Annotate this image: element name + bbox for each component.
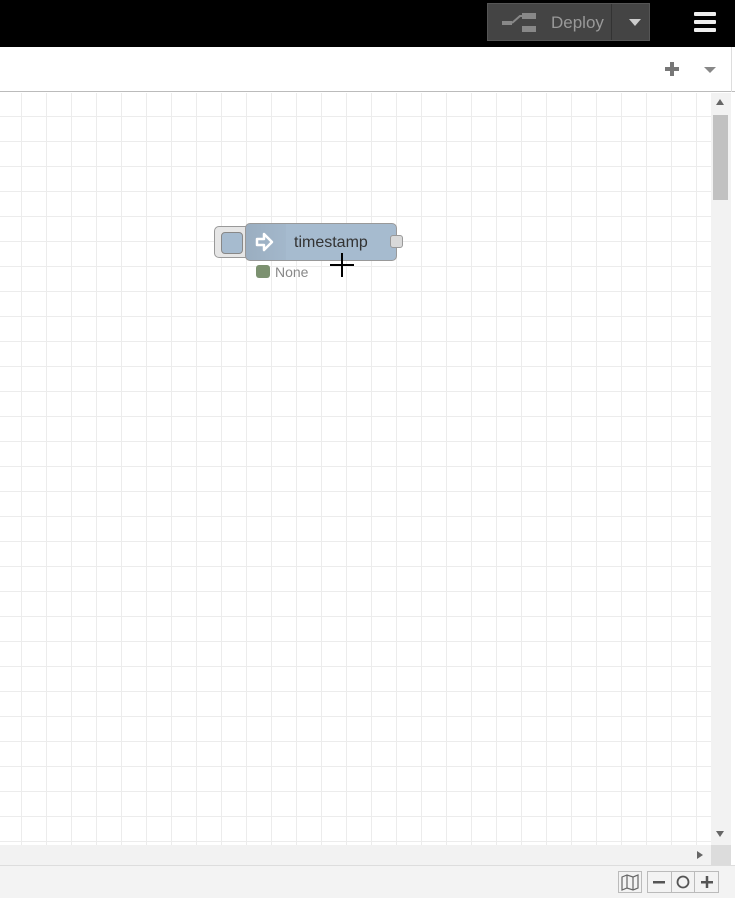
add-flow-button[interactable] bbox=[662, 59, 682, 79]
deploy-flow-icon bbox=[502, 13, 536, 32]
deploy-label: Deploy bbox=[551, 13, 604, 32]
flow-canvas[interactable] bbox=[0, 93, 711, 845]
deploy-divider bbox=[611, 4, 612, 40]
node-status-text: None bbox=[275, 264, 309, 280]
circle-icon bbox=[676, 875, 690, 889]
hamburger-menu-icon-line bbox=[694, 28, 716, 32]
vertical-scrollbar[interactable] bbox=[711, 93, 731, 845]
workspace-footer bbox=[0, 865, 735, 898]
zoom-reset-button[interactable] bbox=[672, 872, 696, 892]
node-label: timestamp bbox=[294, 234, 368, 251]
minus-icon bbox=[653, 881, 666, 884]
scroll-right-icon[interactable] bbox=[697, 851, 703, 859]
workspace-tabs-bar bbox=[0, 47, 735, 92]
plus-icon bbox=[700, 876, 713, 888]
arrow-in-icon bbox=[255, 232, 274, 252]
hamburger-menu-icon-line bbox=[694, 20, 716, 24]
inject-trigger-icon bbox=[221, 232, 243, 254]
scroll-up-icon[interactable] bbox=[716, 99, 724, 105]
node-output-port[interactable] bbox=[390, 235, 403, 248]
zoom-in-button[interactable] bbox=[695, 872, 718, 892]
vertical-scroll-thumb[interactable] bbox=[713, 115, 728, 200]
main-menu-button[interactable] bbox=[690, 10, 720, 34]
hamburger-menu-icon bbox=[694, 12, 716, 16]
flow-node[interactable]: timestamp bbox=[245, 223, 397, 261]
zoom-controls bbox=[647, 871, 719, 893]
map-icon bbox=[621, 874, 639, 891]
scrollbar-corner bbox=[711, 845, 731, 865]
crosshair-cursor-icon bbox=[330, 253, 354, 277]
scroll-down-icon[interactable] bbox=[716, 831, 724, 837]
caret-down-icon[interactable] bbox=[629, 19, 641, 26]
deploy-button[interactable]: Deploy bbox=[487, 3, 650, 41]
caret-down-icon[interactable] bbox=[704, 67, 716, 73]
zoom-out-button[interactable] bbox=[648, 872, 672, 892]
horizontal-scrollbar[interactable] bbox=[0, 845, 711, 865]
status-indicator-icon bbox=[256, 265, 270, 278]
navigator-button[interactable] bbox=[618, 871, 642, 893]
tabs-bar-divider bbox=[731, 47, 732, 92]
plus-icon bbox=[665, 62, 679, 76]
header-bar: Deploy bbox=[0, 0, 735, 47]
node-icon-area bbox=[246, 224, 286, 260]
